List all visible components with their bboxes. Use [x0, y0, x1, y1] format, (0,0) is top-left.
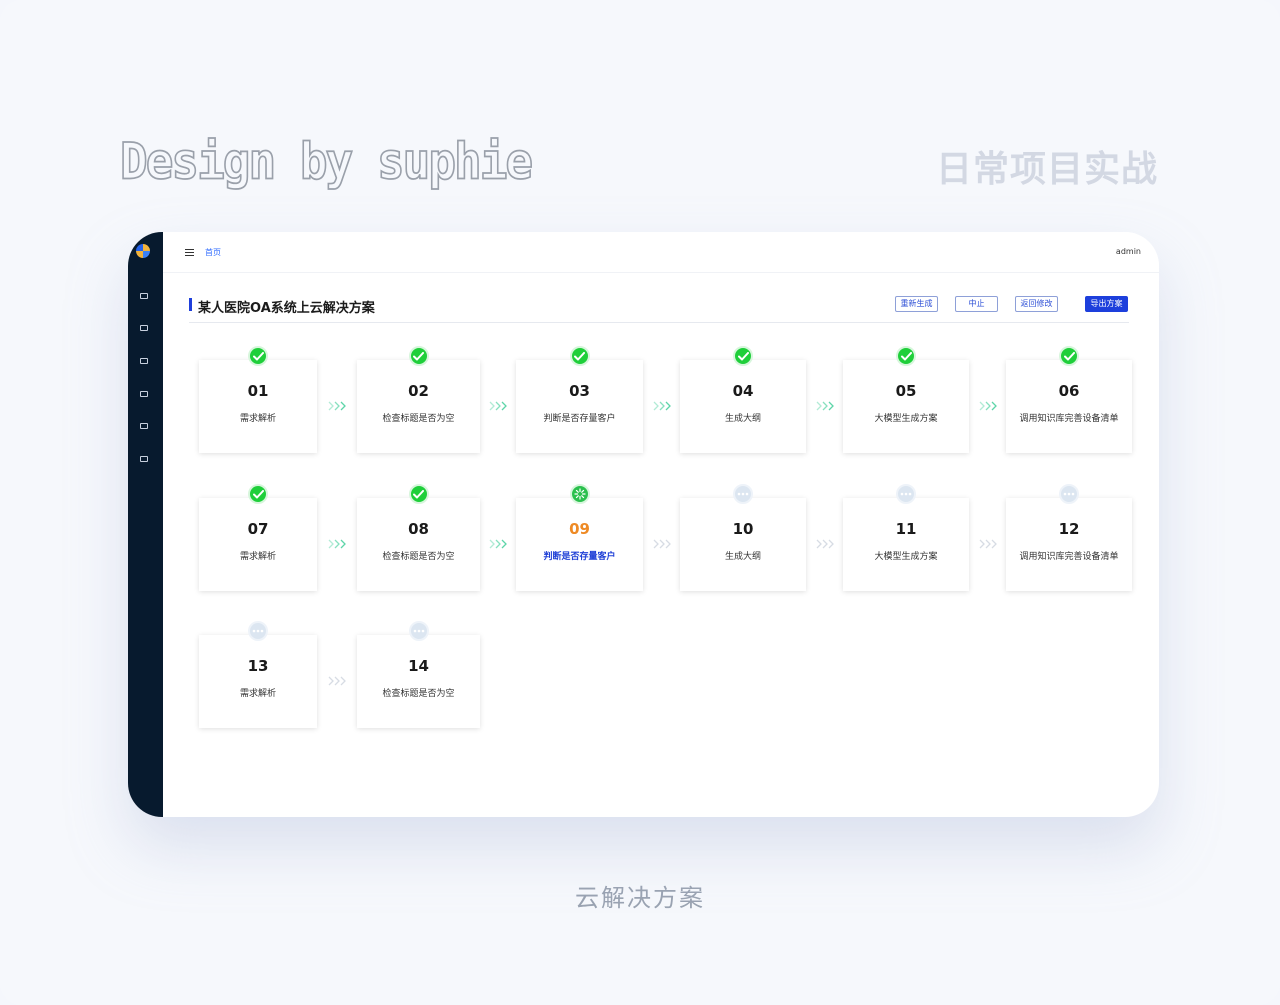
chevrons-right-icon: [328, 676, 346, 686]
regenerate-button[interactable]: 重新生成: [895, 296, 938, 312]
step-number: 14: [408, 657, 429, 675]
check-icon: [248, 484, 268, 504]
step-card[interactable]: 10 生成大纲: [680, 498, 806, 591]
check-icon: [408, 346, 429, 366]
chevrons-right-icon: [328, 539, 346, 549]
step-label: 大模型生成方案: [874, 552, 938, 562]
step-number: 07: [247, 520, 269, 538]
sidebar-item-inbox-icon[interactable]: [140, 391, 148, 397]
step-label: 判断是否存量客户: [543, 414, 616, 424]
title-accent: [189, 298, 192, 311]
sidebar-item-briefcase-icon[interactable]: [140, 456, 148, 462]
step-card[interactable]: 11 大模型生成方案: [843, 498, 969, 591]
logo-icon: [136, 244, 150, 258]
step-number: 09: [569, 520, 590, 538]
step-card[interactable]: 03 判断是否存量客户: [516, 360, 643, 453]
step-label: 生成大纲: [724, 552, 761, 562]
chevrons-right-icon: [653, 401, 671, 411]
step-card[interactable]: 08 检查标题是否为空: [357, 498, 480, 591]
caption: 云解决方案: [575, 884, 705, 912]
check-icon: [896, 346, 916, 366]
check-icon: [733, 346, 753, 366]
ellipsis-icon: [248, 621, 268, 641]
step-label: 大模型生成方案: [874, 414, 938, 424]
page-title: 某人医院OA系统上云解决方案: [198, 301, 375, 316]
step-number: 03: [569, 382, 590, 400]
menu-toggle-icon[interactable]: [185, 249, 194, 256]
step-label: 调用知识库完善设备清单: [1019, 552, 1119, 562]
chevrons-right-icon: [489, 401, 507, 411]
sidebar-item-monitor-icon[interactable]: [140, 423, 148, 429]
step-label: 需求解析: [239, 689, 276, 699]
step-label: 检查标题是否为空: [382, 689, 455, 699]
step-card[interactable]: 04 生成大纲: [680, 360, 806, 453]
step-card[interactable]: 09 判断是否存量客户: [516, 498, 643, 591]
check-icon: [248, 346, 268, 366]
check-icon: [569, 346, 590, 366]
export-button[interactable]: 导出方案: [1085, 296, 1128, 312]
chevrons-right-icon: [816, 401, 834, 411]
chevrons-right-icon: [489, 539, 507, 549]
step-card[interactable]: 05 大模型生成方案: [843, 360, 969, 453]
step-label: 需求解析: [239, 552, 276, 562]
spinner-icon: [569, 484, 590, 504]
step-label: 生成大纲: [724, 414, 761, 424]
step-number: 11: [895, 520, 917, 538]
step-number: 10: [732, 520, 754, 538]
app-window: 首页 admin 某人医院OA系统上云解决方案 重新生成 中止 返回修改 导出方…: [128, 232, 1159, 817]
step-card[interactable]: 06 调用知识库完善设备清单: [1006, 360, 1132, 453]
step-number: 05: [895, 382, 917, 400]
step-number: 06: [1058, 382, 1080, 400]
step-number: 02: [408, 382, 429, 400]
user-name[interactable]: admin: [1116, 247, 1141, 256]
title-bar: 某人医院OA系统上云解决方案 重新生成 中止 返回修改 导出方案: [189, 296, 1129, 323]
ellipsis-icon: [733, 484, 753, 504]
sidebar-item-video-icon[interactable]: [140, 358, 148, 364]
hero-title: Design by suphie: [119, 131, 534, 191]
step-label: 检查标题是否为空: [382, 552, 455, 562]
chevrons-right-icon: [816, 539, 834, 549]
step-card[interactable]: 13 需求解析: [199, 635, 317, 728]
step-card[interactable]: 02 检查标题是否为空: [357, 360, 480, 453]
ellipsis-icon: [896, 484, 916, 504]
breadcrumb-home[interactable]: 首页: [205, 247, 221, 258]
ellipsis-icon: [408, 621, 429, 641]
step-number: 13: [247, 657, 269, 675]
step-label: 检查标题是否为空: [382, 414, 455, 424]
sidebar-item-dashboard-icon[interactable]: [140, 293, 148, 299]
step-number: 04: [732, 382, 754, 400]
topbar: 首页 admin: [163, 232, 1159, 273]
hero-subtitle: 日常项目实战: [935, 149, 1158, 190]
step-label: 需求解析: [239, 414, 276, 424]
step-card[interactable]: 07 需求解析: [199, 498, 317, 591]
ellipsis-icon: [1059, 484, 1079, 504]
chevrons-right-icon: [653, 539, 671, 549]
sidebar: [128, 232, 163, 817]
step-number: 08: [408, 520, 429, 538]
step-label: 调用知识库完善设备清单: [1019, 414, 1119, 424]
check-icon: [408, 484, 429, 504]
step-number: 12: [1058, 520, 1080, 538]
step-card[interactable]: 12 调用知识库完善设备清单: [1006, 498, 1132, 591]
step-card[interactable]: 01 需求解析: [199, 360, 317, 453]
check-icon: [1059, 346, 1079, 366]
back-edit-button[interactable]: 返回修改: [1015, 296, 1058, 312]
chevrons-right-icon: [979, 539, 997, 549]
step-number: 01: [247, 382, 269, 400]
step-card[interactable]: 14 检查标题是否为空: [357, 635, 480, 728]
chevrons-right-icon: [328, 401, 346, 411]
chevrons-right-icon: [979, 401, 997, 411]
stop-button[interactable]: 中止: [955, 296, 998, 312]
step-label: 判断是否存量客户: [543, 552, 616, 562]
sidebar-item-image-icon[interactable]: [140, 325, 148, 331]
